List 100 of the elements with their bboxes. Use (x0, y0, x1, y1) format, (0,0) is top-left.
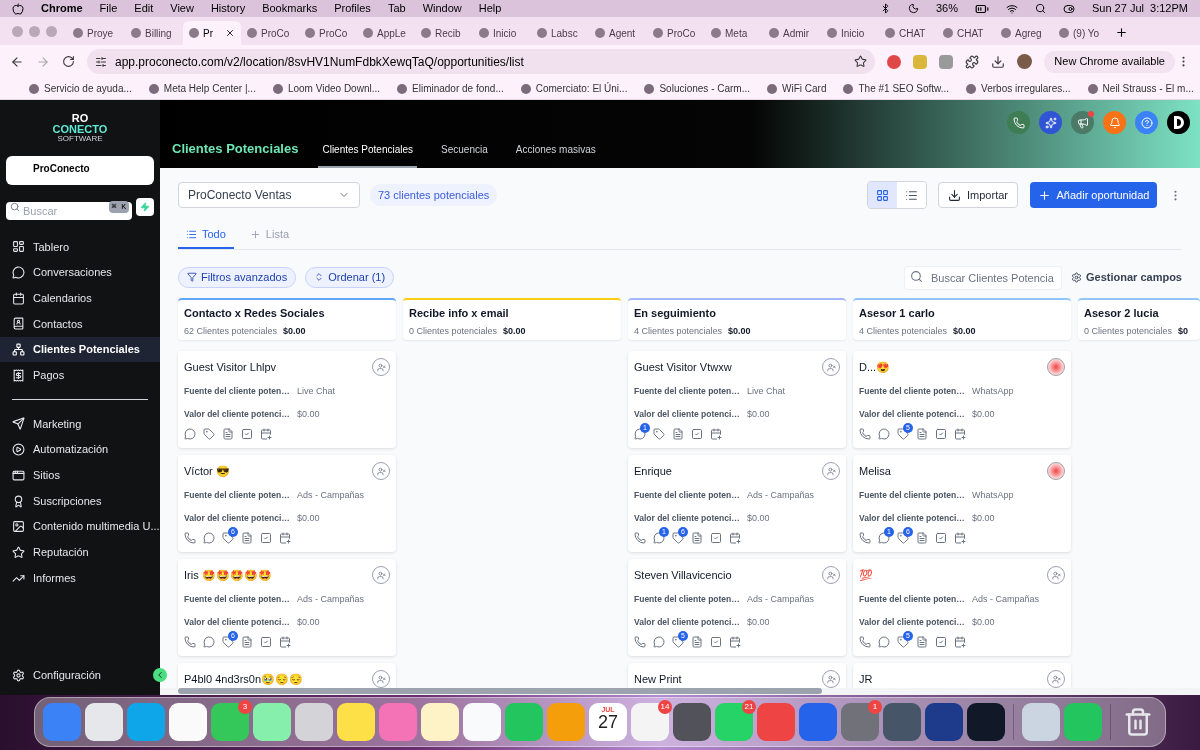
tag-icon[interactable] (222, 636, 234, 648)
browser-tab[interactable]: Agent (589, 21, 647, 45)
collapse-icon[interactable] (153, 668, 167, 682)
note-icon[interactable] (222, 428, 234, 440)
app-icon[interactable] (1022, 703, 1060, 741)
nav-item[interactable]: Informes (0, 565, 160, 591)
browser-tab[interactable]: Meta (705, 21, 763, 45)
tag-icon[interactable] (672, 532, 684, 544)
bookmark-star-icon[interactable] (854, 55, 868, 68)
bell-icon[interactable] (1103, 111, 1126, 134)
menu-item[interactable]: Edit (134, 0, 154, 17)
calendar-icon[interactable] (279, 636, 291, 648)
nav-item[interactable]: Calendarios (0, 285, 160, 312)
megaphone-icon[interactable] (1071, 111, 1094, 134)
profile-icon[interactable] (1167, 111, 1190, 134)
apple-icon[interactable] (12, 2, 24, 15)
sort-button[interactable]: Ordenar (1) (305, 266, 395, 288)
chat-icon[interactable] (634, 428, 646, 440)
note-icon[interactable] (241, 636, 253, 648)
menu-item[interactable]: History (210, 0, 246, 17)
lead-card[interactable]: New Print (628, 663, 846, 688)
help-icon[interactable] (1135, 111, 1158, 134)
app-icon[interactable] (421, 703, 459, 741)
browser-tab[interactable]: Pr (183, 21, 241, 45)
chat-icon[interactable] (653, 532, 665, 544)
phone-icon[interactable] (634, 532, 646, 544)
calendar-icon[interactable] (260, 428, 272, 440)
app-icon[interactable] (295, 703, 333, 741)
note-icon[interactable] (916, 428, 928, 440)
tag-icon[interactable] (203, 428, 215, 440)
account-switcher[interactable]: ProConecto (6, 156, 154, 185)
list-view-button[interactable] (897, 182, 927, 208)
bookmark-item[interactable]: Comerciato: El Úni... (520, 81, 628, 96)
menu-item[interactable]: File (99, 0, 118, 17)
chat-icon[interactable] (184, 428, 196, 440)
phone-icon[interactable] (1007, 111, 1030, 134)
checkbox-icon[interactable] (710, 532, 722, 544)
menu-item[interactable]: Profiles (334, 0, 371, 17)
chat-icon[interactable] (878, 636, 890, 648)
bookmark-item[interactable]: Eliminador de fond... (397, 81, 504, 96)
browser-tab[interactable]: Proye (67, 21, 125, 45)
chat-icon[interactable] (203, 532, 215, 544)
app-icon[interactable] (967, 703, 1005, 741)
nav-item[interactable]: Clientes Potenciales (0, 336, 160, 363)
extension-icon[interactable] (939, 54, 954, 69)
menu-item[interactable]: View (170, 0, 194, 17)
browser-tab[interactable]: Admir (763, 21, 821, 45)
calendar-icon[interactable] (729, 636, 741, 648)
calendar-icon[interactable] (710, 428, 722, 440)
bookmark-item[interactable]: Loom Video Downl... (272, 81, 380, 96)
toggle-icon[interactable] (1063, 2, 1075, 15)
checkbox-icon[interactable] (260, 532, 272, 544)
app-icon[interactable] (337, 703, 375, 741)
menu-app-name[interactable]: Chrome (41, 0, 83, 17)
app-icon[interactable] (925, 703, 963, 741)
close-icon[interactable] (225, 28, 235, 38)
app-icon[interactable]: 1 (841, 703, 879, 741)
menu-item[interactable]: Help (478, 0, 502, 17)
browser-tab[interactable]: (9) Yo (1053, 21, 1111, 45)
search-field[interactable]: Buscar Clientes Potencia (904, 266, 1062, 290)
nav-item[interactable]: Marketing (0, 411, 160, 437)
calendar-icon[interactable] (954, 636, 966, 648)
menu-item[interactable]: Tab (387, 0, 406, 17)
nav-item[interactable]: Tablero (0, 234, 160, 260)
moon-icon[interactable] (907, 3, 919, 14)
app-icon[interactable] (673, 703, 711, 741)
browser-tab[interactable]: Billing (125, 21, 183, 45)
extensions-icon[interactable] (965, 54, 980, 69)
nav-item[interactable]: Sitios (0, 462, 160, 489)
tag-icon[interactable] (653, 428, 665, 440)
browser-tab[interactable]: Inicio (821, 21, 879, 45)
tag-icon[interactable] (897, 532, 909, 544)
nav-item[interactable]: Contactos (0, 311, 160, 337)
import-button[interactable]: Importar (938, 182, 1018, 208)
pipeline-select[interactable]: ProConecto Ventas (178, 182, 360, 208)
chat-icon[interactable] (878, 428, 890, 440)
tag-icon[interactable] (897, 428, 909, 440)
phone-icon[interactable] (634, 636, 646, 648)
browser-tab[interactable]: ProCo (299, 21, 357, 45)
sparkle-icon[interactable] (1039, 111, 1062, 134)
calendar-icon[interactable] (954, 532, 966, 544)
checkbox-icon[interactable] (935, 428, 947, 440)
extension-icon[interactable] (887, 54, 902, 69)
chat-icon[interactable] (203, 636, 215, 648)
view-tab[interactable]: Todo (178, 222, 234, 249)
nav-item[interactable]: Conversaciones (0, 259, 160, 286)
browser-tab[interactable]: Recib (415, 21, 473, 45)
add-opportunity-button[interactable]: Añadir oportunidad (1030, 182, 1157, 208)
note-icon[interactable] (672, 428, 684, 440)
scrollbar[interactable] (178, 688, 822, 694)
avatar-icon[interactable] (1047, 462, 1065, 480)
app-icon[interactable] (463, 703, 501, 741)
download-icon[interactable] (991, 54, 1006, 69)
chat-icon[interactable] (653, 636, 665, 648)
new-tab-icon[interactable] (1115, 26, 1128, 39)
chat-icon[interactable] (878, 532, 890, 544)
bookmark-item[interactable]: Verbos irregulares... (966, 81, 1071, 96)
header-tab[interactable]: Secuencia (437, 142, 492, 168)
phone-icon[interactable] (184, 532, 196, 544)
quick-action-button[interactable] (136, 198, 154, 216)
